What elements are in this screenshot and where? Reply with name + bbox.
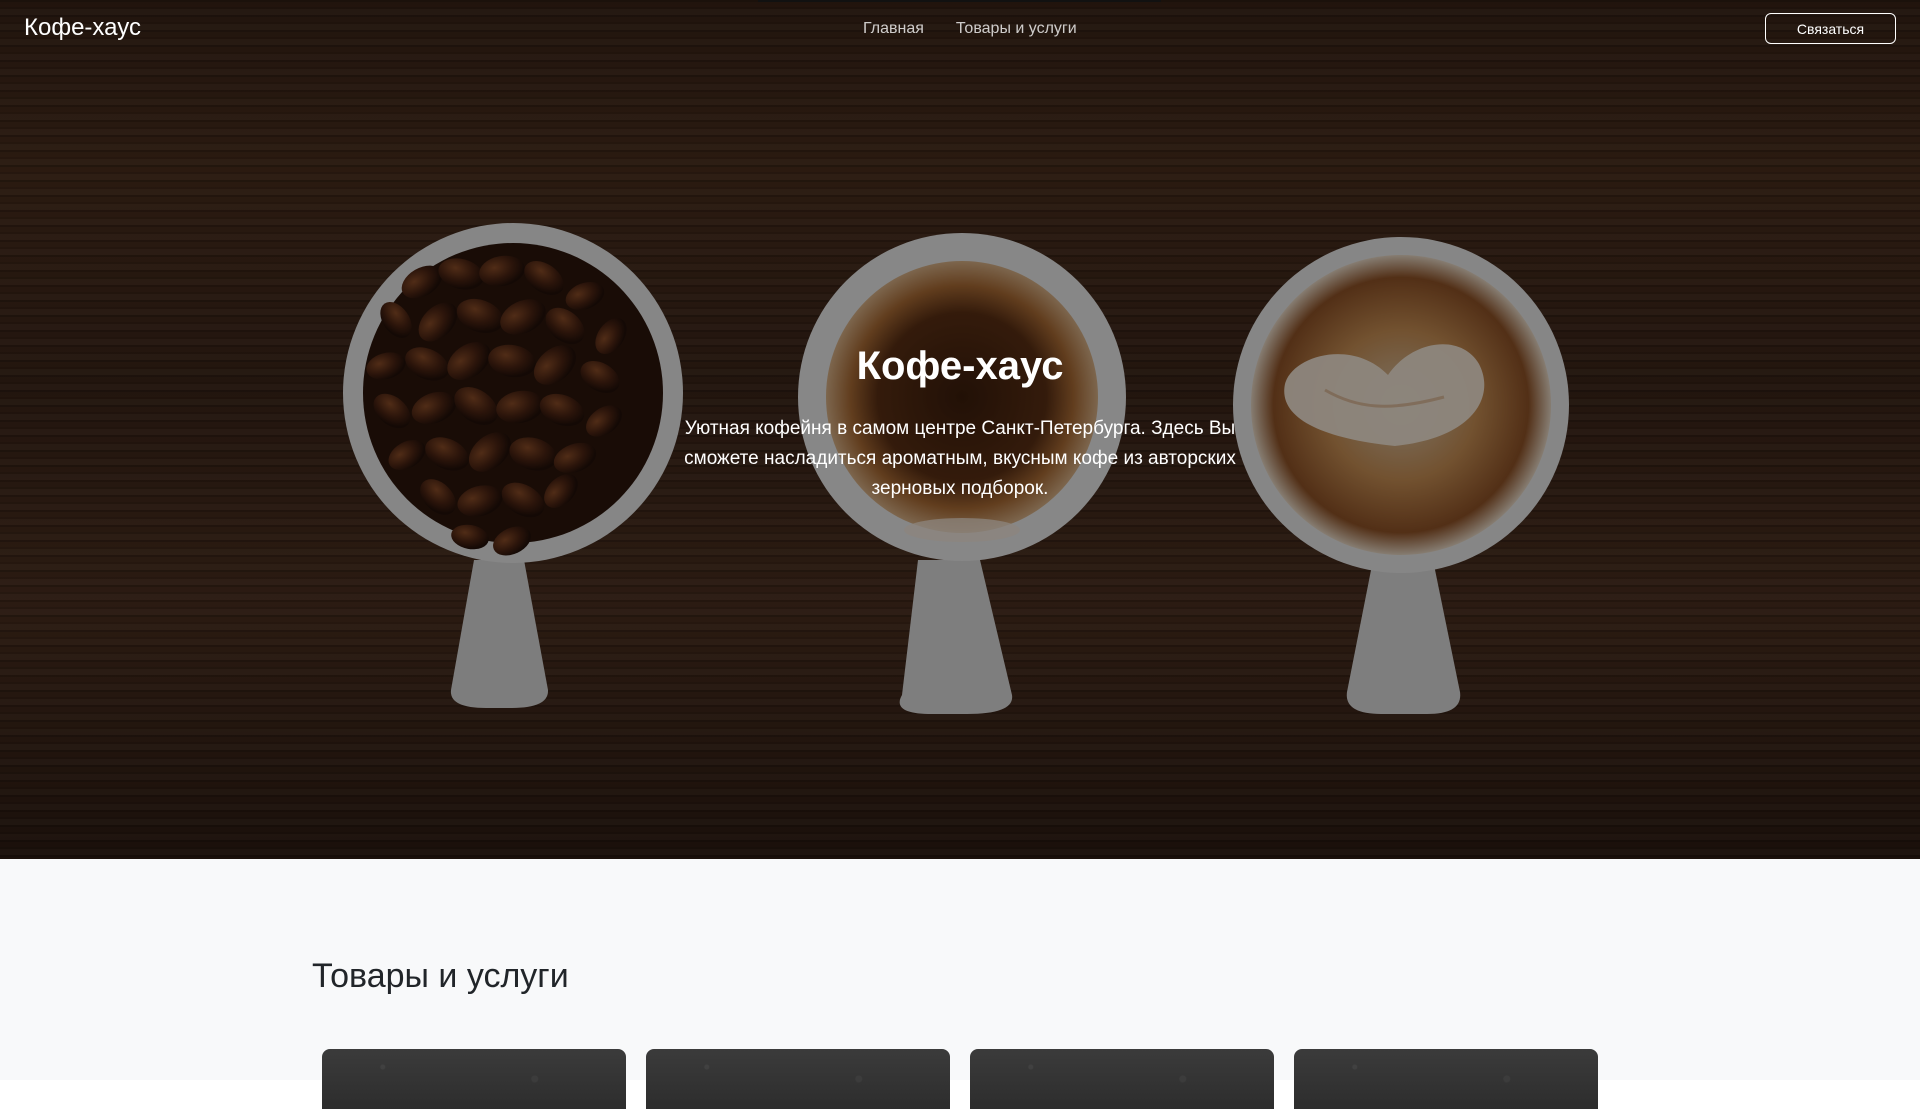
product-card-4[interactable] <box>1294 1049 1598 1109</box>
product-card-1[interactable] <box>322 1049 626 1109</box>
product-card-3[interactable] <box>970 1049 1274 1109</box>
nav-link-products-services[interactable]: Товары и услуги <box>956 18 1077 40</box>
brand-logo-link[interactable]: Кофе-хаус <box>24 12 141 44</box>
hero-description: Уютная кофейня в самом центре Санкт-Пете… <box>684 418 1236 499</box>
hero-section: Кофе-хаус Главная Товары и услуги Связат… <box>0 0 1920 859</box>
top-navigation-bar: Кофе-хаус Главная Товары и услуги Связат… <box>0 0 1920 56</box>
products-section: Товары и услуги <box>0 859 1920 1109</box>
nav-link-home[interactable]: Главная <box>863 18 924 40</box>
product-card-2[interactable] <box>646 1049 950 1109</box>
product-cards-row <box>322 1049 1598 1109</box>
top-border-line <box>758 0 1161 2</box>
hero-title: Кофе-хаус <box>856 344 1064 388</box>
contact-button[interactable]: Связаться <box>1765 13 1896 44</box>
hero-content: Кофе-хаус Уютная кофейня в самом центре … <box>0 340 1920 504</box>
products-section-title: Товары и услуги <box>312 957 569 995</box>
main-navigation: Главная Товары и услуги <box>863 18 1077 40</box>
